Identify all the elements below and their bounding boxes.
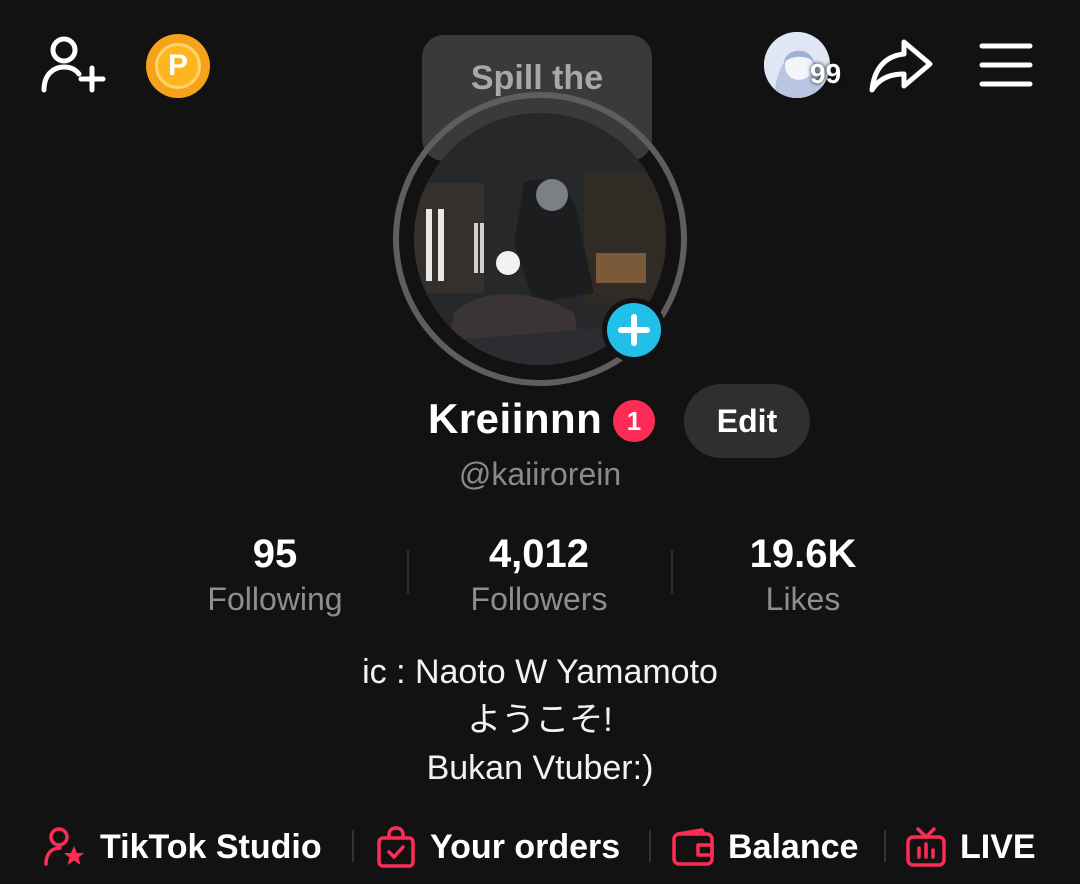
balance-link[interactable]: Balance — [672, 822, 858, 872]
share-icon[interactable] — [868, 36, 934, 94]
username: @kaiirorein — [458, 456, 622, 492]
shortcut-label: LIVE — [960, 827, 1036, 866]
stat-likes[interactable]: 19.6K Likes — [683, 530, 923, 620]
shortcut-separator — [884, 830, 886, 862]
wallet-icon — [672, 828, 714, 866]
plus-icon — [607, 303, 661, 357]
studio-icon — [44, 827, 84, 866]
coin-icon[interactable]: P — [146, 34, 210, 98]
display-name: Kreiinnn — [428, 395, 603, 442]
bio-line: Bukan Vtuber:) — [426, 749, 654, 787]
your-orders-link[interactable]: Your orders — [376, 822, 620, 872]
live-tv-icon — [906, 827, 946, 867]
stat-following[interactable]: 95 Following — [155, 530, 395, 620]
stat-value: 19.6K — [749, 532, 857, 576]
shortcut-separator — [352, 830, 354, 862]
stat-divider — [407, 550, 409, 594]
add-avatar-button[interactable] — [602, 298, 666, 362]
stat-label: Likes — [765, 581, 841, 617]
live-link[interactable]: LIVE — [906, 822, 1036, 872]
shortcut-label: TikTok Studio — [100, 827, 322, 866]
add-friend-icon[interactable] — [40, 34, 106, 94]
coin-letter: P — [155, 43, 201, 89]
tiktok-studio-link[interactable]: TikTok Studio — [44, 822, 322, 872]
stat-followers[interactable]: 4,012 Followers — [419, 530, 659, 620]
stat-label: Following — [207, 581, 343, 617]
menu-icon[interactable] — [978, 40, 1034, 90]
shortcut-separator — [649, 830, 651, 862]
stat-divider — [671, 550, 673, 594]
bio: ic : Naoto W Yamamoto ようこそ! Bukan Vtuber… — [0, 648, 1080, 792]
bio-line: ic : Naoto W Yamamoto — [362, 653, 718, 691]
shortcut-label: Your orders — [430, 827, 621, 866]
bio-line: ようこそ! — [467, 701, 613, 739]
orders-bag-icon — [377, 826, 415, 868]
stat-label: Followers — [470, 581, 608, 617]
stat-value: 4,012 — [488, 532, 590, 576]
story-count-badge: 99 — [810, 58, 842, 89]
stat-value: 95 — [252, 532, 298, 576]
shortcut-label: Balance — [728, 827, 859, 866]
notification-badge[interactable]: 1 — [610, 397, 658, 445]
edit-profile-button[interactable]: Edit — [684, 384, 810, 458]
